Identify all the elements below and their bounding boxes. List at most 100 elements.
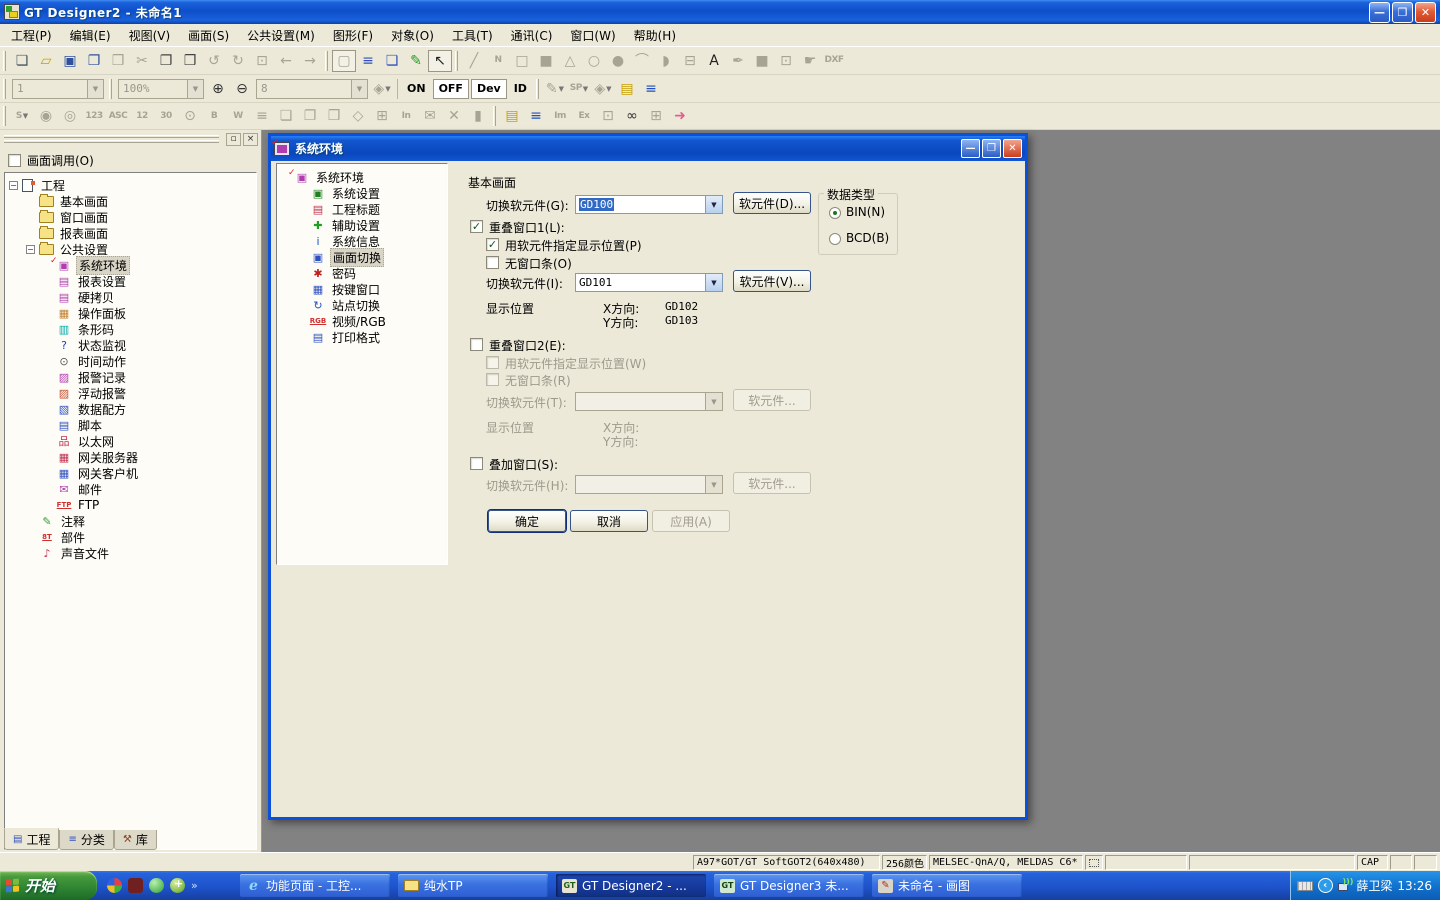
system-environment-item[interactable]: ▣✓系统环境 — [5, 257, 256, 273]
save-project-button[interactable]: ▣ — [58, 50, 82, 72]
dialog-titlebar[interactable]: 系统环境 — ❐ ✕ — [271, 136, 1025, 161]
zoom-out-button[interactable]: ⊖ — [230, 78, 254, 100]
dialog-minimize-button[interactable]: — — [961, 139, 980, 158]
barcode-item[interactable]: ▥条形码 — [5, 321, 256, 337]
close-button[interactable]: ✕ — [1415, 2, 1436, 23]
ethernet-item[interactable]: 品以太网 — [5, 433, 256, 449]
operation-panel-item[interactable]: ▦操作面板 — [5, 305, 256, 321]
dlg-key-window[interactable]: ▦按键窗口 — [277, 281, 447, 297]
menu-figure[interactable]: 图形(F) — [324, 24, 382, 47]
id-button[interactable]: ID — [509, 79, 532, 99]
task-chunshui-folder[interactable]: 纯水TP — [398, 874, 548, 897]
menu-tools[interactable]: 工具(T) — [443, 24, 502, 47]
network-icon[interactable]: ))) — [1338, 880, 1352, 891]
start-button[interactable]: 开始 — [0, 871, 97, 900]
gateway-server-item[interactable]: ▦网关服务器 — [5, 449, 256, 465]
tree-expander-icon[interactable]: − — [9, 181, 18, 190]
dlg-print-format[interactable]: ▤打印格式 — [277, 329, 447, 345]
device-v-button[interactable]: 软元件(V)... — [733, 270, 811, 292]
comment-item[interactable]: ✎注释 — [5, 513, 256, 529]
bcd-radio[interactable] — [829, 233, 841, 245]
bin-label[interactable]: BIN(N) — [846, 205, 885, 219]
minimize-button[interactable]: — — [1369, 2, 1390, 23]
app2-icon[interactable] — [128, 878, 143, 893]
toolbar-grip[interactable] — [325, 51, 328, 71]
maximize-button[interactable]: ❐ — [1392, 2, 1413, 23]
jump-button[interactable]: ➜ — [668, 105, 692, 127]
menu-edit[interactable]: 编辑(E) — [61, 24, 120, 47]
overlap-window2-checkbox[interactable] — [470, 338, 483, 351]
menu-screen[interactable]: 画面(S) — [179, 24, 238, 47]
window-screens-folder[interactable]: 窗口画面 — [5, 209, 256, 225]
ov1-nobar-checkbox[interactable] — [486, 256, 499, 269]
messenger-icon[interactable] — [107, 878, 122, 893]
bin-radio[interactable] — [829, 207, 841, 219]
task-function-page[interactable]: e功能页面 - 工控... — [240, 874, 390, 897]
browser-icon[interactable] — [149, 878, 164, 893]
menu-project[interactable]: 工程(P) — [2, 24, 61, 47]
dlg-station-switching[interactable]: ↻站点切换 — [277, 297, 447, 313]
superimpose-window-checkbox[interactable] — [470, 457, 483, 470]
device-d-button[interactable]: 软元件(D)... — [733, 192, 811, 214]
menu-help[interactable]: 帮助(H) — [625, 24, 685, 47]
toolbar-grip[interactable] — [3, 51, 6, 71]
toolbar-grip[interactable] — [455, 51, 458, 71]
recipe-item[interactable]: ▧数据配方 — [5, 401, 256, 417]
panel-float-button[interactable]: ▫ — [226, 133, 241, 146]
menu-common[interactable]: 公共设置(M) — [238, 24, 324, 47]
sound-files-item[interactable]: ♪声音文件 — [5, 545, 256, 561]
toolbar-grip[interactable] — [3, 106, 6, 126]
dlg-video-rgb[interactable]: RGB视频/RGB — [277, 313, 447, 329]
dlg-project-title[interactable]: ▤工程标题 — [277, 201, 447, 217]
task-paint[interactable]: ✎未命名 - 画图 — [872, 874, 1022, 897]
common-settings-folder[interactable]: −公共设置 — [5, 241, 256, 257]
keyboard-icon[interactable] — [1297, 881, 1313, 891]
screen-list-button[interactable]: ≡ — [356, 50, 380, 72]
floating-alarm-item[interactable]: ▨浮动报警 — [5, 385, 256, 401]
toolbar-grip[interactable] — [109, 79, 112, 99]
dlg-password[interactable]: ✱密码 — [277, 265, 447, 281]
status-observation-item[interactable]: ?状态监视 — [5, 337, 256, 353]
task-gt-designer2[interactable]: GTGT Designer2 - ... — [556, 874, 706, 897]
toolbar-grip[interactable] — [493, 106, 496, 126]
dlg-system-environment[interactable]: ▣✓系统环境 — [277, 169, 447, 185]
parts-item[interactable]: 8T部件 — [5, 529, 256, 545]
project-root[interactable]: −工程 — [5, 177, 256, 193]
device-button[interactable]: Dev — [471, 79, 507, 99]
comment-edit-button[interactable]: ✎ — [404, 50, 428, 72]
new-screen-button[interactable]: ❏ — [10, 50, 34, 72]
ov1-position-checkbox[interactable]: ✓ — [486, 238, 499, 251]
tab-category[interactable]: ≡分类 — [59, 830, 113, 850]
report-screen-button[interactable]: ▤ — [500, 105, 524, 127]
dialog-maximize-button[interactable]: ❐ — [982, 139, 1001, 158]
time-action-item[interactable]: ⊙时间动作 — [5, 353, 256, 369]
zoom-in-button[interactable]: ⊕ — [206, 78, 230, 100]
toolbar-grip[interactable] — [536, 79, 539, 99]
panel-grip-2[interactable] — [4, 140, 219, 143]
screen-call-checkbox[interactable] — [8, 154, 21, 167]
open-project-button[interactable]: ▱ — [34, 50, 58, 72]
panel-close-button[interactable]: × — [243, 133, 258, 146]
script-item[interactable]: ▤脚本 — [5, 417, 256, 433]
panel-header[interactable]: ▫ × — [2, 133, 259, 147]
menu-object[interactable]: 对象(O) — [382, 24, 443, 47]
off-button[interactable]: OFF — [433, 79, 469, 99]
gateway-client-item[interactable]: ▦网关客户机 — [5, 465, 256, 481]
bcd-label[interactable]: BCD(B) — [846, 231, 889, 245]
language-bar-icon[interactable]: ‹ — [1318, 878, 1333, 893]
dlg-screen-switching[interactable]: ▣画面切换 — [277, 249, 447, 265]
save-screen-button[interactable]: ❐ — [82, 50, 106, 72]
dlg-auxiliary-settings[interactable]: ✚辅助设置 — [277, 217, 447, 233]
menu-view[interactable]: 视图(V) — [120, 24, 180, 47]
quick-launch-overflow-chevron[interactable]: » — [191, 879, 198, 892]
ftp-item[interactable]: FTPFTP — [5, 497, 256, 513]
menu-window[interactable]: 窗口(W) — [561, 24, 624, 47]
cancel-button[interactable]: 取消 — [570, 510, 648, 532]
report-settings-item[interactable]: ▤报表设置 — [5, 273, 256, 289]
on-button[interactable]: ON — [402, 79, 431, 99]
library-list-button[interactable]: ▤ — [615, 78, 639, 100]
combo-g-arrow-icon[interactable]: ▼ — [705, 196, 722, 213]
switch-device-i-combo[interactable]: GD101 ▼ — [575, 273, 723, 292]
data-view-button[interactable]: ≡ — [639, 78, 663, 100]
screen-workspace-button[interactable]: ❏ — [380, 50, 404, 72]
